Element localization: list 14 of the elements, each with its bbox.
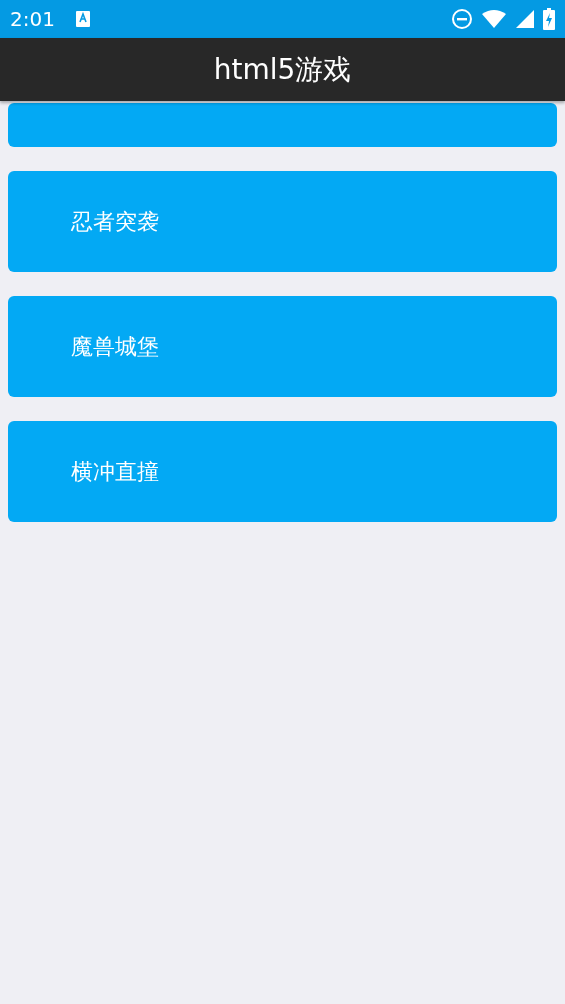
clock-time: 2:01 [10,7,55,31]
game-title: 忍者突袭 [71,207,159,236]
keyboard-notification-icon [74,10,91,28]
wifi-icon [481,9,507,29]
game-card[interactable]: 横冲直撞 [8,421,557,522]
game-card[interactable]: 魔兽城堡 [8,296,557,397]
app-title: html5游戏 [213,51,352,88]
signal-icon [515,9,535,29]
battery-charging-icon [543,8,555,30]
game-title: 魔兽城堡 [71,332,159,361]
game-title: 横冲直撞 [71,457,159,486]
game-card[interactable] [8,103,557,147]
do-not-disturb-icon [451,8,473,30]
game-card[interactable]: 忍者突袭 [8,171,557,272]
